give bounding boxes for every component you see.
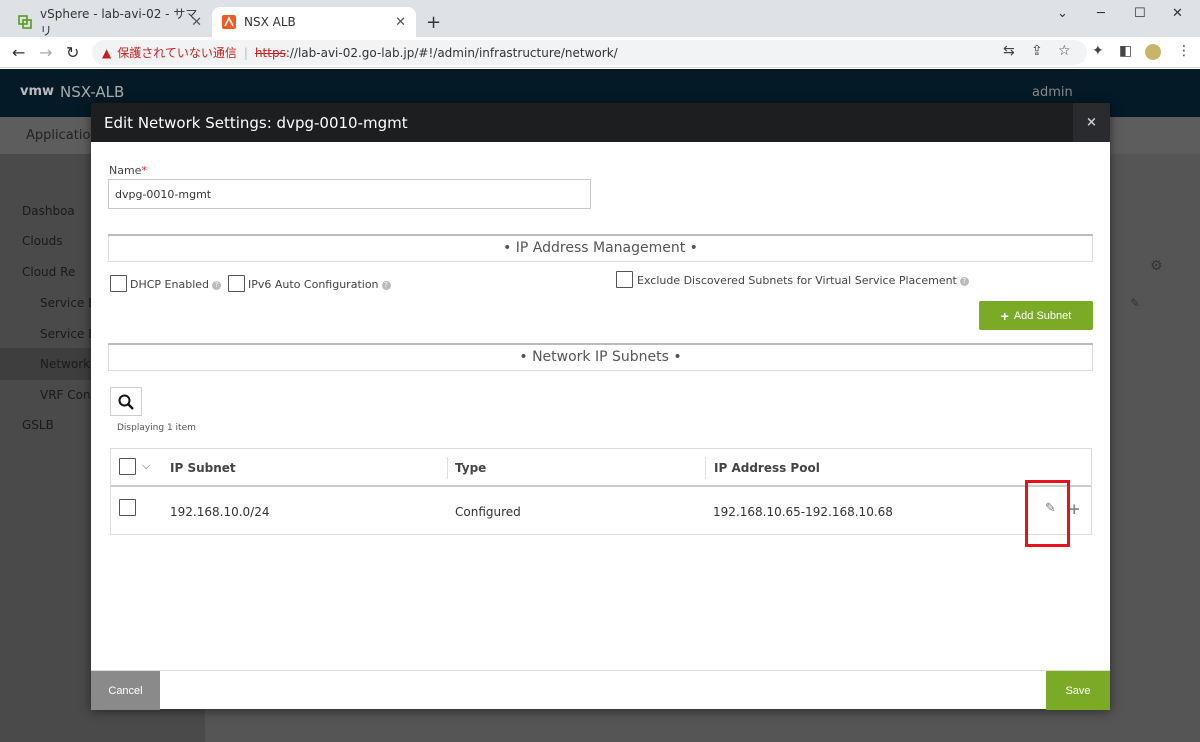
ipam-section-title: • IP Address Management • — [108, 236, 1093, 262]
save-button[interactable]: Save — [1046, 671, 1110, 710]
displaying-count: Displaying 1 item — [117, 423, 196, 433]
help-icon: ? — [959, 276, 969, 286]
modal-footer: Cancel Save — [91, 670, 1110, 710]
tab-search-icon[interactable]: ⌄ — [1057, 6, 1068, 21]
name-label: Name* — [109, 164, 147, 177]
new-tab-button[interactable]: + — [426, 12, 441, 33]
subnav-applications[interactable]: Applicatio — [26, 128, 90, 143]
exclude-subnets-checkbox[interactable] — [616, 271, 633, 288]
translate-icon[interactable]: ⇆ — [1003, 43, 1015, 59]
help-icon: ? — [212, 280, 222, 290]
not-secure-label: 保護されていない通信 — [117, 46, 237, 60]
menu-icon[interactable]: ⋮ — [1177, 43, 1191, 59]
row-checkbox[interactable] — [119, 499, 136, 516]
column-divider — [447, 457, 448, 479]
nsx-favicon — [222, 15, 236, 29]
close-tab-icon[interactable]: ✕ — [395, 15, 406, 30]
address-separator: | — [243, 45, 248, 60]
subnets-table: ⌵ IP Subnet Type IP Address Pool 192.168… — [110, 448, 1092, 535]
close-icon[interactable]: × — [1073, 103, 1110, 142]
maximize-button[interactable]: ☐ — [1134, 6, 1146, 21]
column-divider — [705, 457, 706, 479]
required-marker: * — [141, 164, 147, 177]
sidepanel-icon[interactable]: ◧ — [1119, 43, 1132, 59]
window-close-button[interactable]: ✕ — [1172, 6, 1183, 21]
table-row: 192.168.10.0/24 Configured 192.168.10.65… — [111, 489, 1091, 535]
edit-network-modal: Edit Network Settings: dvpg-0010-mgmt × … — [91, 103, 1110, 710]
app-title: NSX-ALB — [60, 83, 125, 101]
column-ip-address-pool[interactable]: IP Address Pool — [714, 461, 820, 475]
gear-icon[interactable]: ⚙ — [1150, 258, 1163, 274]
row-ip-address-pool: 192.168.10.65-192.168.10.68 — [713, 505, 893, 519]
url-scheme: https — [254, 45, 286, 60]
help-icon: ? — [381, 280, 391, 290]
modal-title: Edit Network Settings: dvpg-0010-mgmt — [104, 114, 408, 132]
minimize-button[interactable]: ─ — [1097, 6, 1105, 21]
browser-tabstrip: vSphere - lab-avi-02 - サマリ ✕ NSX ALB ✕ +… — [0, 0, 1200, 38]
star-icon[interactable]: ☆ — [1058, 43, 1071, 59]
reload-icon[interactable]: ↻ — [66, 43, 79, 62]
add-subnet-button[interactable]: + Add Subnet — [979, 301, 1093, 330]
table-header: ⌵ IP Subnet Type IP Address Pool — [111, 449, 1091, 487]
subnets-section-title: • Network IP Subnets • — [108, 345, 1093, 371]
browser-tab-vsphere[interactable]: vSphere - lab-avi-02 - サマリ ✕ — [8, 7, 212, 38]
ipv6-label: IPv6 Auto Configuration? — [248, 278, 391, 291]
dhcp-checkbox[interactable] — [110, 275, 127, 292]
tab-title: NSX ALB — [244, 15, 296, 29]
column-ip-subnet[interactable]: IP Subnet — [170, 461, 236, 475]
ipv6-checkbox[interactable] — [228, 275, 245, 292]
profile-icon[interactable] — [1145, 44, 1161, 60]
tab-title: vSphere - lab-avi-02 - サマリ — [40, 7, 198, 38]
vsphere-favicon — [18, 15, 32, 29]
url-text: ://lab-avi-02.go-lab.jp/#!/admin/infrast… — [285, 45, 618, 60]
cancel-button[interactable]: Cancel — [91, 671, 160, 710]
warning-icon: ▲ — [102, 45, 112, 60]
share-icon[interactable]: ⇪ — [1031, 43, 1043, 59]
search-icon — [118, 394, 134, 410]
forward-icon[interactable]: → — [39, 43, 52, 62]
close-tab-icon[interactable]: ✕ — [191, 15, 202, 30]
modal-header: Edit Network Settings: dvpg-0010-mgmt × — [91, 103, 1110, 142]
name-input[interactable] — [108, 179, 591, 209]
column-type[interactable]: Type — [455, 461, 486, 475]
extensions-icon[interactable]: ✦ — [1092, 43, 1104, 59]
exclude-subnets-label: Exclude Discovered Subnets for Virtual S… — [637, 274, 969, 287]
row-type: Configured — [455, 505, 521, 519]
row-ip-subnet: 192.168.10.0/24 — [170, 505, 270, 519]
browser-toolbar: ← → ↻ ▲ 保護されていない通信 | https ://lab-avi-02… — [0, 37, 1200, 68]
search-button[interactable] — [110, 387, 142, 416]
browser-tab-nsx[interactable]: NSX ALB ✕ — [212, 7, 416, 37]
vmware-logo: vmw — [20, 84, 55, 99]
back-icon[interactable]: ← — [12, 43, 25, 62]
chevron-down-icon[interactable]: ⌵ — [142, 459, 150, 473]
user-menu[interactable]: admin — [1032, 85, 1073, 100]
pencil-icon[interactable]: ✎ — [1130, 296, 1140, 310]
select-all-checkbox[interactable] — [119, 458, 136, 475]
edit-highlight-box — [1025, 480, 1070, 547]
address-bar[interactable]: ▲ 保護されていない通信 | https ://lab-avi-02.go-la… — [92, 40, 1087, 65]
dhcp-label: DHCP Enabled? — [130, 278, 222, 291]
